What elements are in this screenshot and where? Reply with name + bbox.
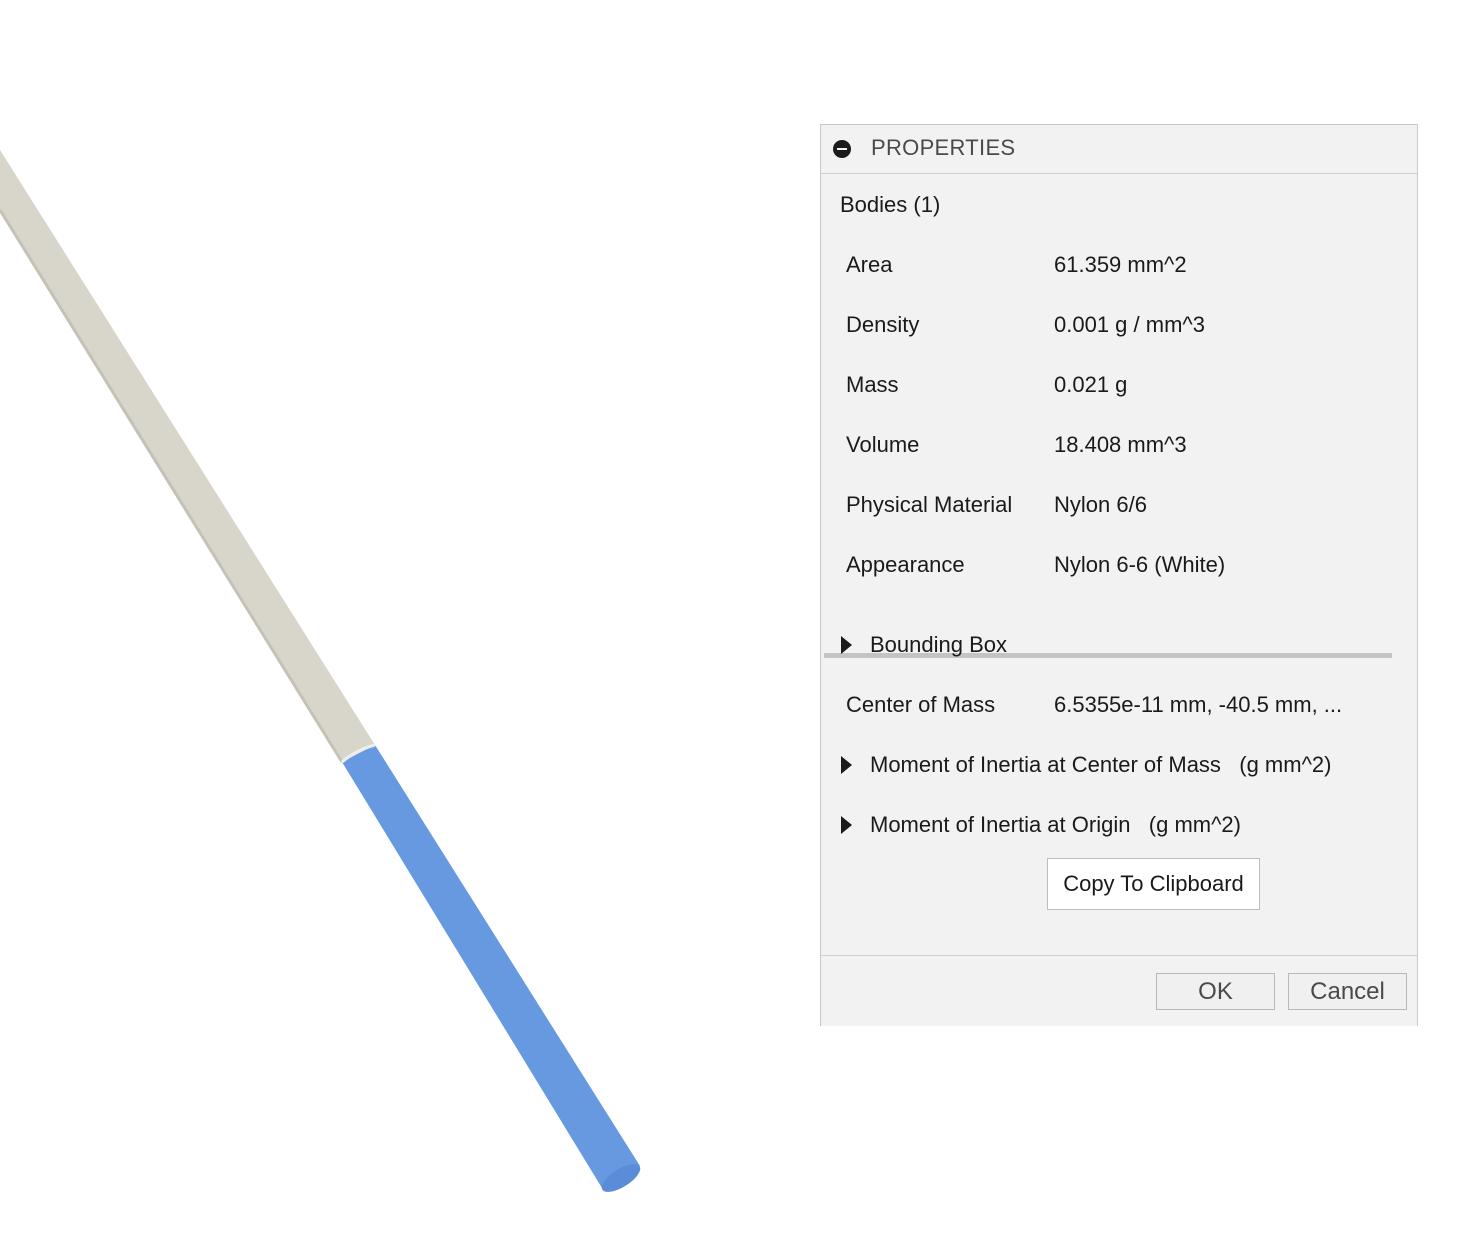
mass-label: Mass — [846, 372, 899, 397]
properties-panel: PROPERTIES Bodies (1) Area 61.359 mm^2 D… — [820, 124, 1418, 1026]
density-value: 0.001 g / mm^3 — [1054, 312, 1205, 337]
bounding-box-expand-icon[interactable] — [841, 636, 852, 654]
physical-material-value: Nylon 6/6 — [1054, 492, 1147, 517]
moment-center-of-mass-label[interactable]: Moment of Inertia at Center of Mass (g m… — [870, 752, 1331, 778]
collapse-icon[interactable] — [833, 140, 851, 158]
ok-button[interactable]: OK — [1156, 973, 1275, 1010]
density-label: Density — [846, 312, 920, 337]
copy-to-clipboard-button[interactable]: Copy To Clipboard — [1047, 858, 1260, 910]
rod-selected-segment[interactable] — [341, 743, 644, 1197]
bounding-box-label[interactable]: Bounding Box — [870, 632, 1007, 658]
panel-footer: OK Cancel — [821, 955, 1417, 1026]
appearance-value: Nylon 6-6 (White) — [1054, 552, 1226, 577]
center-of-mass-value: 6.5355e-11 mm, -40.5 mm, ... — [1054, 692, 1343, 717]
volume-value: 18.408 mm^3 — [1054, 432, 1187, 457]
moment-center-expand-icon[interactable] — [841, 756, 852, 774]
moment-origin-expand-icon[interactable] — [841, 816, 852, 834]
volume-label: Volume — [846, 432, 920, 457]
physical-material-label: Physical Material — [846, 492, 1013, 517]
rod-body-segment[interactable] — [0, 150, 375, 763]
mass-value: 0.021 g — [1054, 372, 1128, 397]
panel-body: Bodies (1) Area 61.359 mm^2 Density 0.00… — [821, 174, 1417, 954]
panel-title: PROPERTIES — [871, 135, 1016, 160]
bodies-heading: Bodies (1) — [840, 192, 941, 217]
appearance-label: Appearance — [846, 552, 965, 577]
panel-header: PROPERTIES — [821, 125, 1417, 174]
moment-origin-label[interactable]: Moment of Inertia at Origin (g mm^2) — [870, 812, 1241, 838]
cancel-button[interactable]: Cancel — [1288, 973, 1407, 1010]
area-value: 61.359 mm^2 — [1054, 252, 1187, 277]
area-label: Area — [846, 252, 893, 277]
center-of-mass-label: Center of Mass — [846, 692, 996, 717]
